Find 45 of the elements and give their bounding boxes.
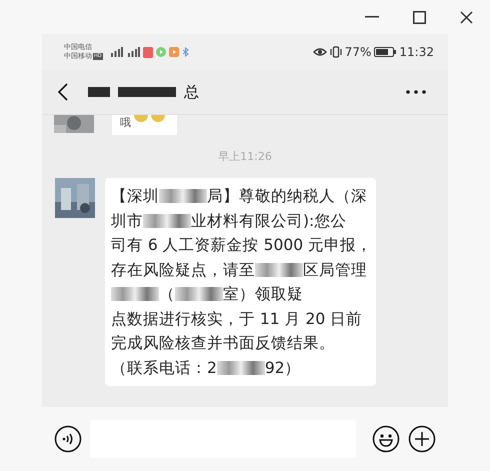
- redacted-mark: [88, 87, 110, 97]
- battery-percent: 77%: [344, 45, 372, 59]
- redacted-mark: [216, 360, 265, 375]
- minimize-icon[interactable]: [365, 16, 379, 18]
- redacted-mark: [143, 214, 191, 228]
- more-icon[interactable]: [406, 90, 426, 94]
- message-text: 92）: [264, 358, 301, 378]
- signal-icon: [108, 47, 123, 57]
- eye-icon: [312, 47, 327, 57]
- message-text: 局】尊敬的纳税人（深: [207, 186, 367, 207]
- redacted-mark: [111, 287, 159, 302]
- message-text: 区局管理: [303, 260, 367, 280]
- emoji-icon[interactable]: [372, 425, 400, 453]
- voice-icon[interactable]: [54, 425, 82, 453]
- message-text: 存在风险疑点，请至: [111, 260, 255, 280]
- message-text: 完成风险核查并书面反馈结果。: [111, 333, 335, 354]
- signal-icon: [126, 47, 140, 57]
- play-icon: [168, 47, 179, 57]
- redacted-mark: [255, 262, 303, 277]
- redacted-mark: [159, 189, 207, 204]
- message-text: 哦: [120, 115, 131, 130]
- message-text: 司有 6 人工资薪金按 5000 元申报，: [111, 235, 372, 256]
- maximize-icon[interactable]: [413, 10, 426, 24]
- message-text: 圳市: [111, 210, 143, 232]
- status-time: 11:32: [399, 45, 434, 59]
- message-text: 【深圳: [111, 186, 159, 207]
- message-text: 业材料有限公司):您公: [191, 210, 346, 232]
- vibrate-icon: [330, 46, 342, 58]
- message-text: （联系电话：2: [111, 358, 217, 378]
- message-text: 室）领取疑: [223, 284, 303, 305]
- chat-title: 总: [184, 82, 199, 102]
- app-icon: [142, 46, 153, 58]
- redacted-mark: [118, 87, 176, 97]
- battery-icon: [374, 47, 396, 57]
- timestamp: 早上11:26: [218, 150, 272, 163]
- redacted-mark: [175, 287, 223, 302]
- plus-icon[interactable]: [408, 425, 436, 453]
- message-text: （: [159, 284, 175, 305]
- bluetooth-icon: [182, 47, 189, 57]
- play-icon: [156, 47, 166, 57]
- close-icon[interactable]: [460, 10, 473, 24]
- message-text: 点数据进行核实，于 11 月 20 日前: [111, 308, 362, 330]
- back-icon[interactable]: [58, 83, 68, 101]
- emoji-icon: [134, 115, 148, 123]
- emoji-icon: [151, 115, 165, 123]
